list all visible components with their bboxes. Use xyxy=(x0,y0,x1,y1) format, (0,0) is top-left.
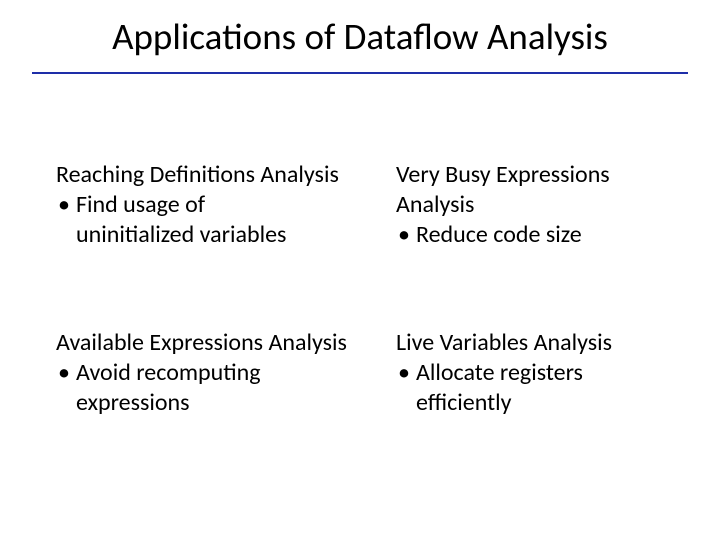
bullet-text: Reduce code size xyxy=(416,220,676,250)
bullet-text-cont: expressions xyxy=(56,388,396,418)
quadrant-top-left: Reaching Definitions Analysis • Find usa… xyxy=(56,160,396,250)
bullet-text-cont: efficiently xyxy=(396,388,676,418)
quadrant-heading: Live Variables Analysis xyxy=(396,328,676,358)
quadrant-heading: Reaching Definitions Analysis xyxy=(56,160,396,190)
slide: Applications of Dataflow Analysis Reachi… xyxy=(0,0,720,540)
quadrant-top-right: Very Busy Expressions Analysis • Reduce … xyxy=(396,160,676,250)
bullet-item: • Allocate registers xyxy=(396,358,676,388)
quadrant-heading-cont: Analysis xyxy=(396,190,676,220)
bullet-text: Allocate registers xyxy=(416,358,676,388)
quadrant-heading: Very Busy Expressions xyxy=(396,160,676,190)
bullet-item: • Find usage of xyxy=(56,190,396,220)
bullet-dot-icon: • xyxy=(56,358,76,388)
slide-title: Applications of Dataflow Analysis xyxy=(0,14,720,59)
bullet-text: Find usage of xyxy=(76,190,396,220)
bullet-dot-icon: • xyxy=(396,220,416,250)
bullet-dot-icon: • xyxy=(56,190,76,220)
bullet-item: • Reduce code size xyxy=(396,220,676,250)
bullet-item: • Avoid recomputing xyxy=(56,358,396,388)
quadrant-heading: Available Expressions Analysis xyxy=(56,328,396,358)
title-underline xyxy=(32,72,688,74)
bullet-dot-icon: • xyxy=(396,358,416,388)
bullet-text-cont: uninitialized variables xyxy=(56,220,396,250)
quadrant-bottom-right: Live Variables Analysis • Allocate regis… xyxy=(396,328,676,418)
quadrant-bottom-left: Available Expressions Analysis • Avoid r… xyxy=(56,328,396,418)
content-grid: Reaching Definitions Analysis • Find usa… xyxy=(56,160,676,418)
bullet-text: Avoid recomputing xyxy=(76,358,396,388)
